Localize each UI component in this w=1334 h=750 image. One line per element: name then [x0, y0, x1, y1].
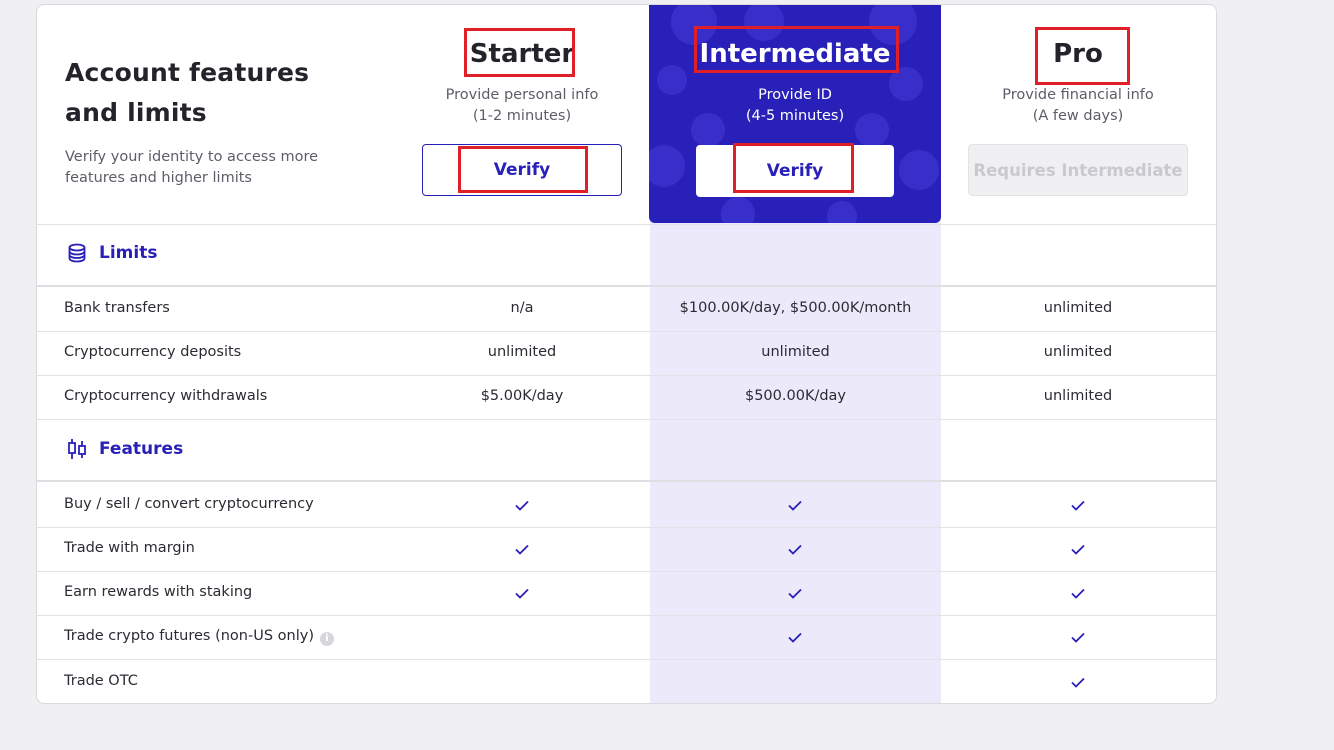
table-row: Buy / sell / convert cryptocurrency: [37, 483, 1216, 528]
table-row: Bank transfers n/a $100.00K/day, $500.00…: [37, 287, 1216, 332]
tier-desc-pro: Provide financial info (A few days): [967, 85, 1189, 127]
tier-desc-line: (A few days): [1032, 108, 1124, 124]
coins-stack-icon: [68, 243, 86, 263]
row-label: Cryptocurrency deposits: [64, 344, 242, 360]
pro-value: unlimited: [1043, 344, 1113, 360]
tier-desc-line: Provide ID: [758, 87, 832, 103]
page-title: Account features and limits: [65, 58, 310, 127]
tier-intermediate: Intermediate Provide ID (4-5 minutes) Ve…: [649, 5, 941, 223]
verify-starter-button[interactable]: Verify: [422, 144, 622, 196]
features-section-header: Features: [37, 419, 1216, 482]
row-label: Trade OTC: [64, 673, 138, 689]
checkmark-icon: [1071, 632, 1085, 643]
tier-desc-intermediate: Provide ID (4-5 minutes): [649, 85, 941, 127]
tier-name-starter: Starter: [469, 39, 575, 69]
coin-decoration: [721, 197, 755, 223]
row-label-text: Trade with margin: [64, 540, 195, 556]
intermediate-value: unlimited: [761, 344, 830, 360]
table-row: Trade with margin: [37, 527, 1216, 572]
candlestick-icon: [68, 439, 86, 459]
checkmark-icon: [1071, 544, 1085, 555]
checkmark-icon: [788, 588, 802, 599]
limits-title: Limits: [67, 243, 157, 263]
row-label: Trade crypto futures (non-US only) i: [64, 628, 334, 646]
table-row: Trade OTC: [37, 660, 1216, 703]
limits-title-text: Limits: [99, 243, 158, 263]
pro-value: unlimited: [1043, 300, 1113, 316]
row-label: Trade with margin: [64, 540, 195, 556]
coin-decoration: [744, 5, 784, 41]
verify-intermediate-button[interactable]: Verify: [696, 145, 894, 197]
checkmark-icon: [515, 588, 529, 599]
row-label-text: Buy / sell / convert cryptocurrency: [64, 496, 314, 512]
checkmark-icon: [788, 544, 802, 555]
table-row: Trade crypto futures (non-US only) i: [37, 615, 1216, 660]
page-subtitle: Verify your identity to access more feat…: [65, 149, 319, 186]
tier-starter: Starter Provide personal info (1-2 minut…: [422, 5, 622, 196]
row-label-text: Trade OTC: [64, 673, 138, 689]
checkmark-icon: [515, 544, 529, 555]
tier-desc-line: Provide financial info: [1002, 87, 1154, 103]
tier-desc-line: (4-5 minutes): [745, 108, 845, 124]
row-label: Bank transfers: [64, 300, 170, 316]
row-label: Buy / sell / convert cryptocurrency: [64, 496, 314, 512]
row-label: Cryptocurrency withdrawals: [64, 388, 268, 404]
checkmark-icon: [1071, 588, 1085, 599]
tier-desc-starter: Provide personal info (1-2 minutes): [422, 85, 622, 127]
table-row: Cryptocurrency withdrawals $5.00K/day $5…: [37, 375, 1216, 420]
tier-name-pro: Pro: [1053, 39, 1103, 69]
coin-decoration: [827, 201, 857, 223]
coin-decoration: [899, 150, 939, 190]
requires-intermediate-button: Requires Intermediate: [968, 144, 1188, 196]
checkmark-icon: [788, 500, 802, 511]
table-row: Earn rewards with staking: [37, 571, 1216, 616]
checkmark-icon: [515, 500, 529, 511]
starter-value: n/a: [510, 300, 534, 316]
starter-value: $5.00K/day: [480, 388, 564, 404]
tier-desc-line: Provide personal info: [445, 87, 599, 103]
tier-pro: Pro Provide financial info (A few days) …: [967, 5, 1189, 196]
intermediate-value: $100.00K/day, $500.00K/month: [679, 300, 912, 316]
coin-decoration: [649, 145, 685, 187]
account-features-card: Account features and limits Verify your …: [36, 4, 1217, 704]
checkmark-icon: [1071, 677, 1085, 688]
info-icon[interactable]: i: [319, 631, 334, 646]
table-row: Cryptocurrency deposits unlimited unlimi…: [37, 331, 1216, 376]
row-label: Earn rewards with staking: [64, 584, 252, 600]
tier-name-intermediate: Intermediate: [699, 39, 891, 69]
row-label-text: Earn rewards with staking: [64, 584, 253, 600]
row-label-text: Trade crypto futures (non-US only): [64, 628, 314, 644]
intro: Account features and limits Verify your …: [65, 53, 365, 189]
checkmark-icon: [1071, 500, 1085, 511]
limits-section-header: Limits: [37, 224, 1216, 287]
intermediate-value: $500.00K/day: [744, 388, 847, 404]
features-title-text: Features: [99, 439, 184, 459]
features-title: Features: [67, 438, 183, 460]
pro-value: unlimited: [1043, 388, 1113, 404]
starter-value: unlimited: [487, 344, 557, 360]
tier-desc-line: (1-2 minutes): [472, 108, 572, 124]
tiers-header: Account features and limits Verify your …: [37, 5, 1216, 224]
checkmark-icon: [788, 632, 802, 643]
